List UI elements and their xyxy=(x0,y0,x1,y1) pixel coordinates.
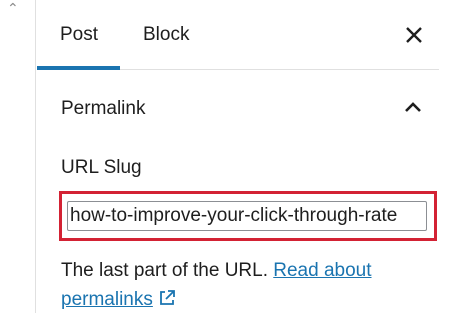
active-tab-indicator xyxy=(37,66,120,70)
tab-block[interactable]: Block xyxy=(143,0,189,70)
tab-post[interactable]: Post xyxy=(60,0,98,70)
permalink-help-text: The last part of the URL. Read about per… xyxy=(61,256,436,313)
close-sidebar-button[interactable] xyxy=(401,22,427,48)
panel-title: Permalink xyxy=(61,98,146,119)
highlight-box xyxy=(59,191,437,241)
permalink-panel-toggle[interactable]: Permalink xyxy=(37,71,439,146)
chevron-up-icon xyxy=(405,102,421,112)
sidebar-tabs: Post Block xyxy=(37,0,439,70)
scroll-up-icon[interactable]: ⌃ xyxy=(7,1,19,17)
close-icon xyxy=(406,27,422,43)
settings-sidebar: ⌃ Post Block Permalink URL Slug The last… xyxy=(0,0,461,313)
external-link-icon xyxy=(159,290,175,305)
help-prefix: The last part of the URL. xyxy=(61,260,274,281)
url-slug-input[interactable] xyxy=(67,201,427,231)
url-slug-label: URL Slug xyxy=(61,157,142,178)
scrollbar-gutter[interactable]: ⌃ xyxy=(0,0,36,313)
